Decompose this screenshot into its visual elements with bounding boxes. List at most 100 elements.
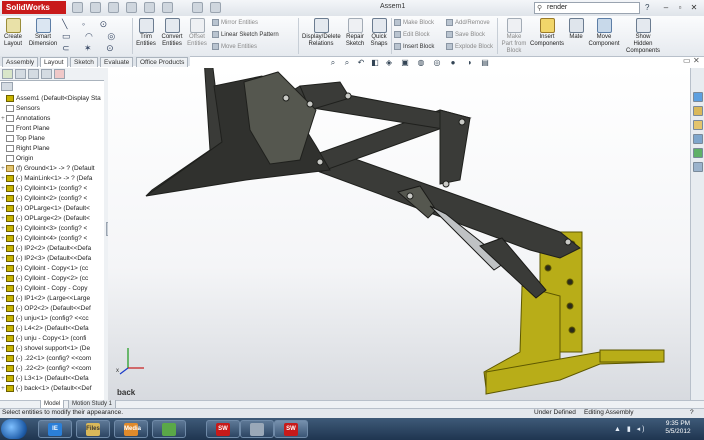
options-icon[interactable]	[210, 2, 221, 13]
save-icon[interactable]	[126, 2, 137, 13]
taskbar-solidworks-button[interactable]: SW	[206, 420, 240, 438]
taskbar-explorer-button[interactable]: Files	[76, 420, 110, 438]
display-style-icon[interactable]: ◍	[416, 58, 426, 68]
move-entities-button[interactable]: Move Entities	[212, 43, 257, 50]
slot-tools-icon[interactable]: ⊂ ✶ ⊙	[62, 42, 121, 54]
apply-scene-icon[interactable]: ◑	[464, 58, 474, 68]
taskbar-explorer2-button[interactable]	[240, 420, 274, 438]
edit-appearance-icon[interactable]: ●	[448, 58, 458, 68]
offset-entities-button[interactable]: Offset Entities	[186, 18, 208, 48]
section-view-icon[interactable]: ◧	[370, 58, 380, 68]
tree-item[interactable]: + (-) Cylloint - Copy<2> (cc	[1, 274, 101, 284]
graphics-area[interactable]: x back	[108, 68, 690, 400]
rectangle-tools-icon[interactable]: ▭ ◠ ◎	[62, 30, 121, 42]
restore-button[interactable]: ▫	[674, 2, 686, 13]
repair-sketch-button[interactable]: Repair Sketch	[344, 18, 366, 48]
tree-item[interactable]: + (-) back<1> (Default<<Def	[1, 384, 101, 394]
insert-components-button[interactable]: Insert Components	[530, 18, 564, 48]
tree-item[interactable]: + (-) unju - Copy<1> (confi	[1, 334, 101, 344]
file-explorer-icon[interactable]	[693, 120, 703, 130]
resources-icon[interactable]	[693, 92, 703, 102]
zoom-area-icon[interactable]: ⌕	[342, 58, 352, 68]
display-manager-tab-icon[interactable]	[54, 69, 65, 79]
tree-item[interactable]: Origin	[1, 154, 101, 164]
help-icon[interactable]: ?	[645, 3, 649, 12]
tree-item[interactable]: + (-) shovel support<1> (De	[1, 344, 101, 354]
tree-item[interactable]: + (-) L3<1> (Default<<Defa	[1, 374, 101, 384]
tree-item[interactable]: + (-) Cylloint<2> (config? <	[1, 194, 101, 204]
feature-manager-tab-icon[interactable]	[2, 69, 13, 79]
previous-view-icon[interactable]: ↶	[356, 58, 366, 68]
quick-snaps-button[interactable]: Quick Snaps	[369, 18, 389, 48]
tree-item[interactable]: + (-) Cylloint - Copy<1> (cc	[1, 264, 101, 274]
mirror-entities-button[interactable]: Mirror Entities	[212, 19, 258, 26]
tree-item[interactable]: Sensors	[1, 104, 101, 114]
property-manager-tab-icon[interactable]	[15, 69, 26, 79]
tree-item[interactable]: Right Plane	[1, 144, 101, 154]
filter-icon[interactable]	[1, 82, 13, 91]
rebuild-icon[interactable]	[162, 2, 173, 13]
taskbar-app-button[interactable]	[152, 420, 186, 438]
create-layout-button[interactable]: Create Layout	[2, 18, 24, 48]
appearances-icon[interactable]	[693, 148, 703, 158]
tab-sketch[interactable]: Sketch	[70, 57, 98, 67]
start-button[interactable]	[1, 419, 27, 439]
tree-item[interactable]: + (-) OPLarge<2> (Default<	[1, 214, 101, 224]
sketch-tools-group[interactable]: ╲ ◦ ⊙ ▭ ◠ ◎ ⊂ ✶ ⊙	[62, 18, 121, 54]
view-orientation-icon[interactable]: ▣	[400, 58, 410, 68]
view-palette-icon[interactable]	[693, 134, 703, 144]
search-input[interactable]: render	[534, 2, 640, 14]
tree-item[interactable]: + (-) OP2<2> (Default<<Def	[1, 304, 101, 314]
custom-properties-icon[interactable]	[693, 162, 703, 172]
tree-item[interactable]: + (-) .22<2> (config? <<com	[1, 364, 101, 374]
make-part-from-block-button[interactable]: Make Part from Block	[500, 18, 528, 55]
close-view-icon[interactable]: ✕	[693, 56, 700, 65]
minimize-button[interactable]: –	[660, 2, 672, 13]
tree-item[interactable]: Front Plane	[1, 124, 101, 134]
save-block-button[interactable]: Save Block	[446, 31, 485, 38]
status-help-icon[interactable]: ?	[690, 409, 694, 416]
tree-item[interactable]: + (-) Cylloint - Copy - Copy	[1, 284, 101, 294]
tree-item[interactable]: + (-) unju<1> (config? <<cc	[1, 314, 101, 324]
zoom-to-fit-icon[interactable]: ⌕	[328, 58, 338, 68]
tree-item[interactable]: + (-) IP2<3> (Default<<Defa	[1, 254, 101, 264]
dynamic-annotation-icon[interactable]: ◈	[384, 58, 394, 68]
smart-dimension-button[interactable]: Smart Dimension	[28, 18, 58, 48]
system-tray[interactable]: ▲ ▮ ◂)	[614, 425, 647, 433]
dim-xpert-tab-icon[interactable]	[41, 69, 52, 79]
tree-item[interactable]: + (-) IP2<2> (Default<<Defa	[1, 244, 101, 254]
print-icon[interactable]	[108, 2, 119, 13]
clock[interactable]: 9:35 PM 5/5/2012	[656, 420, 700, 436]
explode-block-button[interactable]: Explode Block	[446, 43, 493, 50]
view-settings-icon[interactable]: ▤	[480, 58, 490, 68]
tree-item[interactable]: + (-) .22<1> (config? <<com	[1, 354, 101, 364]
design-library-icon[interactable]	[693, 106, 703, 116]
tab-layout[interactable]: Layout	[40, 57, 68, 67]
convert-entities-button[interactable]: Convert Entities	[160, 18, 184, 48]
tree-item[interactable]: + Annotations	[1, 114, 101, 124]
taskbar-solidworks-active-button[interactable]: SW	[274, 420, 308, 438]
tree-item[interactable]: + (-) L4<2> (Default<<Defa	[1, 324, 101, 334]
trim-entities-button[interactable]: Trim Entities	[134, 18, 158, 48]
select-icon[interactable]	[192, 2, 203, 13]
tree-item[interactable]: Assem1 (Default<Display Stat	[1, 94, 101, 104]
tree-item[interactable]: + (-) Cylloint<1> (config? <	[1, 184, 101, 194]
tab-office-products[interactable]: Office Products	[136, 57, 189, 67]
display-delete-relations-button[interactable]: Display/Delete Relations	[302, 18, 341, 48]
edit-block-button[interactable]: Edit Block	[394, 31, 430, 38]
tab-evaluate[interactable]: Evaluate	[100, 57, 134, 67]
taskbar-ie-button[interactable]: IE	[38, 420, 72, 438]
loader-assembly-model[interactable]	[108, 68, 690, 400]
tree-item[interactable]: + (-) IP1<2> (Large<<Large	[1, 294, 101, 304]
restore-view-icon[interactable]: ▭	[683, 56, 691, 65]
linear-sketch-pattern-button[interactable]: Linear Sketch Pattern	[212, 31, 279, 38]
tree-item[interactable]: + (f) Ground<1> -> ? (Default	[1, 164, 101, 174]
close-button[interactable]: ✕	[688, 2, 700, 13]
add-remove-button[interactable]: Add/Remove	[446, 19, 490, 26]
taskbar-media-button[interactable]: Media	[114, 420, 148, 438]
new-icon[interactable]	[72, 2, 83, 13]
line-tools-icon[interactable]: ╲ ◦ ⊙	[62, 18, 121, 30]
move-component-button[interactable]: Move Component	[588, 18, 620, 48]
undo-icon[interactable]	[144, 2, 155, 13]
tree-item[interactable]: + (-) Cylloint<4> (config? <	[1, 234, 101, 244]
